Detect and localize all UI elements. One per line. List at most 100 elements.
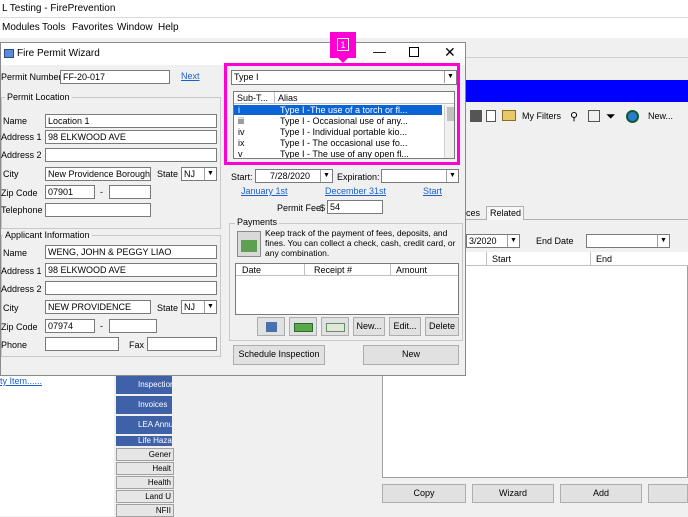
app-address2-field[interactable] — [45, 281, 217, 295]
app-city-field[interactable]: NEW PROVIDENCE — [45, 300, 151, 314]
chevron-down-icon[interactable]: ▼ — [320, 170, 332, 182]
more-button[interactable] — [648, 484, 688, 503]
tree-item-invoices[interactable]: Invoices — [116, 396, 172, 414]
right-toolbar: My Filters ⚲ ⏷ New... — [466, 104, 688, 128]
loc-address1-label: Address 1 — [1, 132, 42, 142]
app-state-select[interactable]: NJ ▼ — [181, 300, 217, 314]
expiration-label: Expiration: — [337, 172, 380, 182]
tab-services[interactable]: ces — [466, 208, 480, 218]
check-icon — [326, 323, 345, 332]
tree-item-life-hazard[interactable]: Life Haza — [116, 436, 172, 446]
loc-telephone-label: Telephone — [1, 205, 43, 215]
menu-modules[interactable]: Modules — [2, 22, 40, 33]
highlight-callout-box — [224, 63, 460, 165]
app-state-label: State — [157, 303, 179, 313]
tab-related[interactable]: Related — [490, 208, 521, 218]
print-icon[interactable] — [470, 110, 482, 122]
menu-window[interactable]: Window — [117, 22, 153, 33]
my-filters-button[interactable]: My Filters — [522, 111, 561, 121]
menu-tools[interactable]: Tools — [42, 22, 65, 33]
side-button-general[interactable]: Gener — [116, 448, 174, 461]
window-icon — [4, 49, 14, 58]
app-titlebar: L Testing - FirePrevention — [0, 0, 688, 18]
payments-icon — [237, 231, 261, 257]
cash-button[interactable] — [289, 317, 317, 336]
loc-address1-field[interactable]: 98 ELKWOOD AVE — [45, 130, 217, 144]
permit-location-heading: Permit Location — [5, 92, 72, 102]
schedule-inspection-button[interactable]: Schedule Inspection — [233, 345, 325, 365]
chevron-down-icon[interactable]: ▼ — [204, 301, 216, 313]
filter-check-icon[interactable]: ⚲ — [570, 110, 578, 123]
payment-delete-button[interactable]: Delete — [425, 317, 459, 336]
start-date-select[interactable]: 7/28/2020 ▼ — [255, 169, 333, 183]
funnel-icon[interactable]: ⏷ — [606, 109, 616, 124]
permit-number-label: Permit Number: — [1, 72, 65, 82]
start-link[interactable]: Start — [423, 186, 442, 196]
minimize-icon[interactable]: — — [373, 44, 386, 59]
loc-state-select[interactable]: NJ ▼ — [181, 167, 217, 181]
tree-item-inspection[interactable]: Inspection — [116, 376, 172, 394]
loc-name-label: Name — [3, 116, 28, 126]
document-icon[interactable] — [486, 110, 496, 122]
chevron-down-icon[interactable]: ▼ — [446, 170, 458, 182]
payment-edit-button[interactable]: Edit... — [389, 317, 421, 336]
check-button[interactable] — [321, 317, 349, 336]
app-name-label: Name — [3, 248, 28, 258]
app-zip-field[interactable]: 07974 — [45, 319, 95, 333]
add-button[interactable]: Add — [560, 484, 642, 503]
loc-telephone-field[interactable] — [45, 203, 151, 217]
chevron-down-icon[interactable]: ▼ — [507, 235, 519, 247]
app-name-field[interactable]: WENG, JOHN & PEGGY LIAO — [45, 245, 217, 259]
end-date-field[interactable]: ▼ — [586, 234, 670, 248]
loc-zip-ext-field[interactable] — [109, 185, 151, 199]
december-31st-link[interactable]: December 31st — [325, 186, 386, 196]
start-date-field[interactable]: 3/2020 ▼ — [466, 234, 520, 248]
refresh-search-icon[interactable] — [626, 110, 639, 123]
chevron-down-icon[interactable]: ▼ — [657, 235, 669, 247]
loc-city-field[interactable]: New Providence Borough — [45, 167, 151, 181]
app-fax-label: Fax — [129, 340, 145, 350]
wizard-button[interactable]: Wizard — [472, 484, 554, 503]
next-link[interactable]: Next — [181, 71, 200, 81]
app-address1-field[interactable]: 98 ELKWOOD AVE — [45, 263, 217, 277]
property-item-link[interactable]: ty Item...... — [0, 376, 42, 386]
chevron-down-icon[interactable]: ▼ — [204, 168, 216, 180]
filter-list-icon[interactable] — [588, 110, 600, 122]
side-button-health[interactable]: Healt — [116, 462, 174, 475]
loc-city-label: City — [3, 169, 19, 179]
permit-fee-currency: $ — [320, 203, 326, 213]
maximize-icon[interactable] — [409, 47, 419, 57]
january-first-link[interactable]: January 1st — [241, 186, 288, 196]
col-date[interactable]: Date — [242, 265, 261, 275]
side-button-nfirs[interactable]: NFII — [116, 504, 174, 517]
col-receipt[interactable]: Receipt # — [314, 265, 352, 275]
side-button-health2[interactable]: Health — [116, 476, 174, 489]
permit-fee-field[interactable]: 54 — [327, 200, 383, 214]
menu-help[interactable]: Help — [158, 22, 179, 33]
tree-item-lea-annual[interactable]: LEA Annu — [116, 416, 172, 434]
new-permit-button[interactable]: New — [363, 345, 459, 365]
app-phone-field[interactable] — [45, 337, 119, 351]
app-phone-label: Phone — [1, 340, 28, 350]
loc-name-field[interactable]: Location 1 — [45, 114, 217, 128]
app-fax-field[interactable] — [147, 337, 217, 351]
callout-number: 1 — [337, 38, 349, 51]
col-amount[interactable]: Amount — [396, 265, 427, 275]
loc-address2-field[interactable] — [45, 148, 217, 162]
loc-zip-separator: - — [100, 187, 103, 197]
permit-number-field[interactable]: FF-20-017 — [60, 70, 170, 84]
folder-icon[interactable] — [502, 110, 516, 121]
payment-new-button[interactable]: New... — [353, 317, 385, 336]
app-zip-ext-field[interactable] — [109, 319, 157, 333]
copy-button[interactable]: Copy — [382, 484, 466, 503]
new-record-button[interactable]: New... — [648, 111, 673, 121]
close-icon[interactable]: ✕ — [444, 44, 456, 61]
loc-state-label: State — [157, 169, 179, 179]
payments-list[interactable]: Date Receipt # Amount — [235, 263, 459, 315]
side-button-land-use[interactable]: Land U — [116, 490, 174, 503]
loc-zip-field[interactable]: 07901 — [45, 185, 95, 199]
cash-icon — [294, 323, 313, 332]
expiration-date-select[interactable]: ▼ — [381, 169, 459, 183]
print-receipt-button[interactable] — [257, 317, 285, 336]
menu-favorites[interactable]: Favorites — [72, 22, 113, 33]
